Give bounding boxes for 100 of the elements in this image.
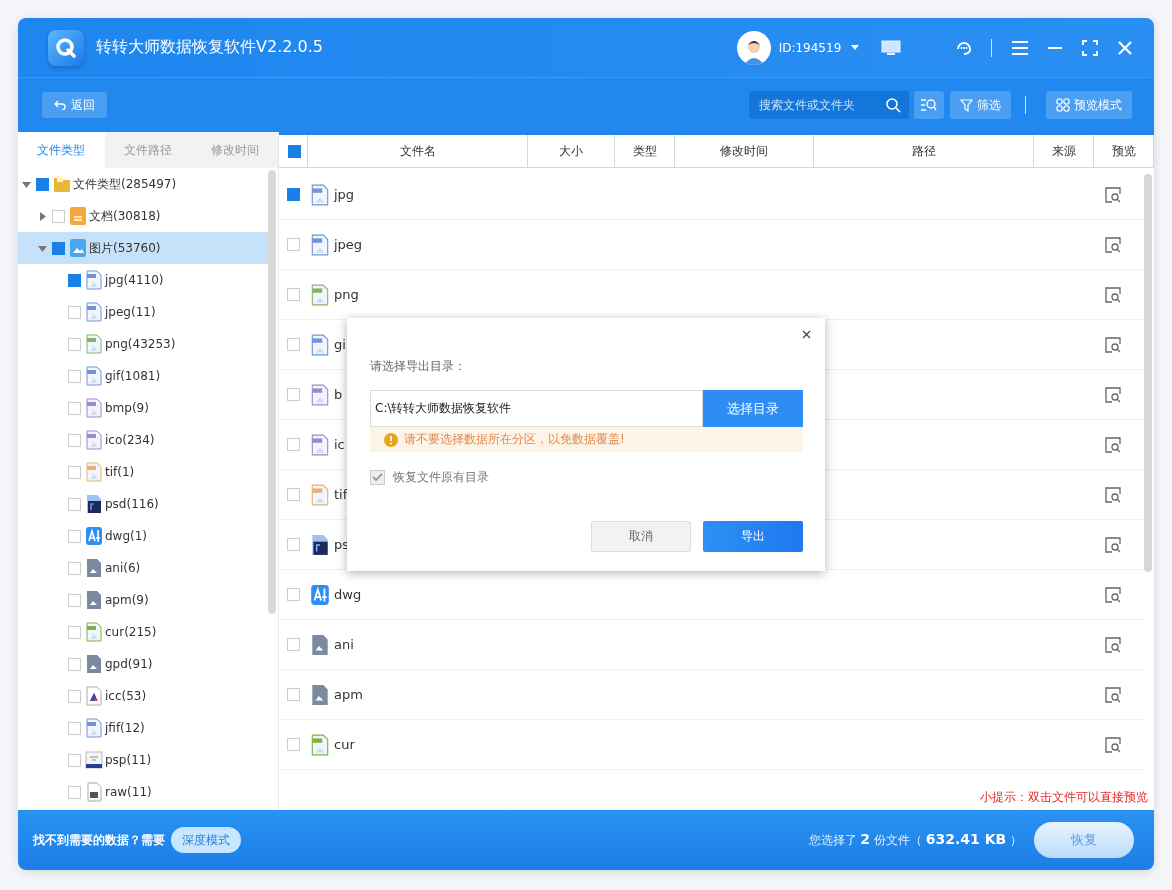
preview-icon[interactable] — [1105, 286, 1121, 303]
tree-label: 文档(30818) — [89, 207, 161, 225]
checkbox[interactable] — [68, 273, 81, 287]
column-header[interactable]: 大小 — [528, 135, 615, 167]
tree-item[interactable]: apm(9) — [18, 584, 268, 616]
tree-item[interactable]: dwg(1) — [18, 520, 268, 552]
tree-item[interactable]: ani(6) — [18, 552, 268, 584]
checkbox[interactable] — [287, 638, 300, 651]
checkbox[interactable] — [287, 588, 300, 601]
checkbox[interactable] — [68, 689, 81, 703]
checkbox[interactable] — [68, 369, 81, 383]
tree-item[interactable]: jpeg(11) — [18, 296, 268, 328]
tree-label: ico(234) — [105, 433, 155, 447]
checkbox[interactable] — [52, 209, 65, 223]
expand-arrow-icon[interactable] — [38, 211, 47, 221]
tree-item[interactable]: cur(215) — [18, 616, 268, 648]
tree-item[interactable]: psp(11) — [18, 744, 268, 776]
preview-icon[interactable] — [1105, 636, 1121, 653]
tree-item[interactable]: icc(53) — [18, 680, 268, 712]
tree-item[interactable]: psd(116) — [18, 488, 268, 520]
preview-icon[interactable] — [1105, 736, 1121, 753]
scrollbar[interactable] — [1144, 174, 1152, 572]
checkbox[interactable] — [287, 238, 300, 251]
checkbox[interactable] — [287, 188, 300, 201]
minimize-icon[interactable] — [1048, 46, 1062, 49]
checkbox[interactable] — [287, 388, 300, 401]
checkbox[interactable] — [68, 465, 81, 479]
caret-icon[interactable] — [851, 45, 860, 50]
tree-item[interactable]: 图片(53760) — [18, 232, 268, 264]
checkbox[interactable] — [68, 721, 81, 735]
cancel-button[interactable]: 取消 — [591, 521, 691, 552]
maximize-icon[interactable] — [1082, 39, 1098, 56]
checkbox[interactable] — [287, 738, 300, 751]
tree-item[interactable]: 文件类型(285497) — [18, 168, 268, 200]
tree-label: png(43253) — [105, 337, 176, 351]
column-header[interactable]: 预览 — [1094, 135, 1154, 167]
tree-item[interactable]: png(43253) — [18, 328, 268, 360]
search-icon[interactable] — [886, 98, 901, 113]
checkbox[interactable] — [68, 497, 81, 511]
scrollbar[interactable] — [268, 170, 276, 614]
export-button[interactable]: 导出 — [703, 521, 803, 552]
preview-icon[interactable] — [1105, 586, 1121, 603]
tab[interactable]: 文件类型 — [18, 132, 105, 168]
tree-item[interactable]: ico(234) — [18, 424, 268, 456]
tree-item[interactable]: jfif(12) — [18, 712, 268, 744]
advanced-search-button[interactable] — [914, 91, 944, 119]
monitor-icon[interactable] — [881, 39, 902, 56]
preview-icon[interactable] — [1105, 336, 1121, 353]
file-name: cur — [334, 737, 355, 752]
tree-item[interactable]: jpg(4110) — [18, 264, 268, 296]
column-header[interactable]: 文件名 — [308, 135, 528, 167]
preview-icon[interactable] — [1105, 436, 1121, 453]
column-header[interactable]: 路径 — [814, 135, 1034, 167]
file-icon — [69, 238, 87, 258]
checkbox[interactable] — [52, 241, 65, 255]
checkbox[interactable] — [287, 338, 300, 351]
tree-item[interactable]: gpd(91) — [18, 648, 268, 680]
preview-icon[interactable] — [1105, 486, 1121, 503]
tree-label: 图片(53760) — [89, 239, 161, 257]
preview-icon[interactable] — [1105, 186, 1121, 203]
preview-icon[interactable] — [1105, 386, 1121, 403]
checkbox[interactable] — [68, 753, 81, 767]
path-field[interactable]: C:\转转大师数据恢复软件 — [370, 390, 703, 427]
tree-item[interactable]: tif(1) — [18, 456, 268, 488]
tree-item[interactable]: bmp(9) — [18, 392, 268, 424]
checkbox[interactable] — [287, 538, 300, 551]
select-all-checkbox[interactable] — [287, 144, 301, 158]
checkbox[interactable] — [287, 288, 300, 301]
column-header[interactable]: 类型 — [615, 135, 675, 167]
close-icon[interactable] — [802, 330, 811, 339]
checkbox[interactable] — [68, 593, 81, 607]
tree-item[interactable]: raw(11) — [18, 776, 268, 808]
checkbox[interactable] — [287, 688, 300, 701]
preview-icon[interactable] — [1105, 536, 1121, 553]
column-header[interactable]: 来源 — [1034, 135, 1094, 167]
checkbox[interactable] — [68, 561, 81, 575]
checkbox[interactable] — [68, 785, 81, 799]
checkbox[interactable] — [287, 488, 300, 501]
list-search-icon — [921, 98, 937, 112]
file-icon — [85, 686, 103, 706]
file-name: jpeg — [334, 237, 363, 252]
checkbox[interactable] — [36, 177, 49, 191]
column-header[interactable]: 修改时间 — [675, 135, 814, 167]
expand-arrow-icon[interactable] — [38, 243, 47, 253]
preview-icon[interactable] — [1105, 686, 1121, 703]
menu-icon[interactable] — [1012, 40, 1028, 55]
checkbox[interactable] — [68, 529, 81, 543]
checkbox[interactable] — [68, 433, 81, 447]
checkbox[interactable] — [68, 305, 81, 319]
checkbox[interactable] — [68, 401, 81, 415]
preview-icon[interactable] — [1105, 236, 1121, 253]
checkbox[interactable] — [68, 657, 81, 671]
search-field[interactable]: 搜索文件或文件夹 — [749, 91, 909, 119]
checkbox[interactable] — [287, 438, 300, 451]
avatar[interactable] — [736, 30, 771, 65]
checkbox[interactable] — [68, 625, 81, 639]
expand-arrow-icon[interactable] — [22, 179, 31, 189]
tree-item[interactable]: gif(1081) — [18, 360, 268, 392]
tree-item[interactable]: 文档(30818) — [18, 200, 268, 232]
checkbox[interactable] — [68, 337, 81, 351]
